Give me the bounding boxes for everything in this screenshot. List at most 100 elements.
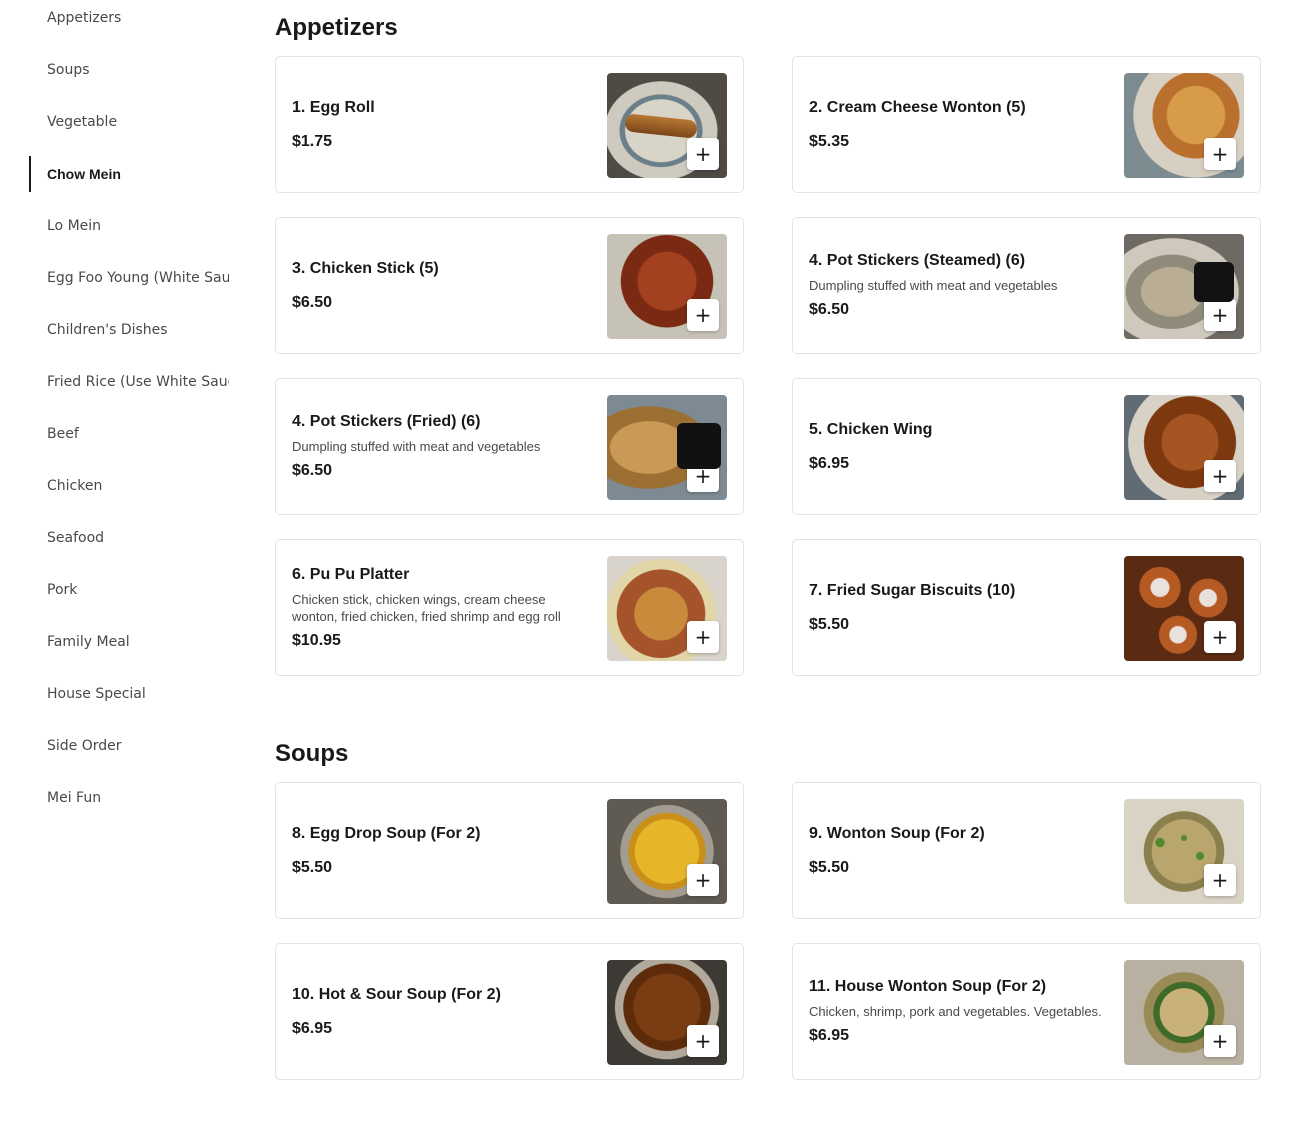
plus-icon: + [694,625,712,649]
sidebar-item-house-special[interactable]: House Special [29,676,229,712]
menu-item-text: 11. House Wonton Soup (For 2) Chicken, s… [809,944,1109,1079]
add-to-cart-button[interactable]: + [687,138,719,170]
menu-item-card[interactable]: 6. Pu Pu Platter Chicken stick, chicken … [275,539,744,676]
egg-roll-image: + [607,73,727,178]
menu-item-price: $6.95 [292,1019,333,1037]
menu-item-name: 1. Egg Roll [292,98,375,116]
menu-item-description: Chicken stick, chicken wings, cream chee… [292,591,561,624]
category-sidebar: Appetizers Soups Vegetable Chow Mein Lo … [29,0,229,832]
menu-item-text: 3. Chicken Stick (5) $6.50 [292,218,592,353]
sidebar-item-family-meal[interactable]: Family Meal [29,624,229,660]
menu-item-card[interactable]: 7. Fried Sugar Biscuits (10) $5.50 + [792,539,1261,676]
sidebar-item-soups[interactable]: Soups [29,52,229,88]
menu-item-name: 2. Cream Cheese Wonton (5) [809,98,1026,116]
menu-item-card[interactable]: 10. Hot & Sour Soup (For 2) $6.95 + [275,943,744,1080]
menu-item-card[interactable]: 4. Pot Stickers (Fried) (6) Dumpling stu… [275,378,744,515]
house-wonton-soup-image: + [1124,960,1244,1065]
plus-icon: + [1211,303,1229,327]
menu-item-name: 3. Chicken Stick (5) [292,259,439,277]
menu-item-card[interactable]: 1. Egg Roll $1.75 + [275,56,744,193]
add-to-cart-button[interactable]: + [1204,138,1236,170]
menu-item-card[interactable]: 9. Wonton Soup (For 2) $5.50 + [792,782,1261,919]
sidebar-item-mei-fun[interactable]: Mei Fun [29,780,229,816]
sidebar-item-lo-mein[interactable]: Lo Mein [29,208,229,244]
menu-item-price: $6.50 [292,462,333,479]
egg-drop-soup-image: + [607,799,727,904]
add-to-cart-button[interactable]: + [1204,621,1236,653]
add-to-cart-button[interactable]: + [687,460,719,492]
sidebar-item-appetizers[interactable]: Appetizers [29,0,229,36]
menu-item-price: $6.50 [809,301,850,318]
menu-item-name: 5. Chicken Wing [809,420,933,438]
section-title-appetizers: Appetizers [275,14,398,41]
menu-item-price: $5.50 [292,858,333,876]
chicken-stick-image: + [607,234,727,339]
sidebar-item-childrens-dishes[interactable]: Children's Dishes [29,312,229,348]
menu-item-text: 5. Chicken Wing $6.95 [809,379,1109,514]
menu-item-name: 9. Wonton Soup (For 2) [809,824,985,842]
menu-item-card[interactable]: 2. Cream Cheese Wonton (5) $5.35 + [792,56,1261,193]
menu-item-price: $1.75 [292,132,333,150]
menu-item-price: $10.95 [292,631,341,649]
add-to-cart-button[interactable]: + [687,864,719,896]
add-to-cart-button[interactable]: + [687,299,719,331]
plus-icon: + [1211,464,1229,488]
menu-grid-soups: 8. Egg Drop Soup (For 2) $5.50 + 9. Wont… [275,782,1261,1080]
menu-item-name: 4. Pot Stickers (Fried) (6) [292,413,481,430]
menu-item-text: 7. Fried Sugar Biscuits (10) $5.50 [809,540,1109,675]
sidebar-item-egg-foo-young[interactable]: Egg Foo Young (White Sau [29,260,229,296]
menu-item-text: 9. Wonton Soup (For 2) $5.50 [809,783,1109,918]
add-to-cart-button[interactable]: + [687,621,719,653]
menu-item-card[interactable]: 8. Egg Drop Soup (For 2) $5.50 + [275,782,744,919]
fried-sugar-biscuits-image: + [1124,556,1244,661]
sidebar-item-chicken[interactable]: Chicken [29,468,229,504]
sidebar-item-vegetable[interactable]: Vegetable [29,104,229,140]
menu-item-text: 4. Pot Stickers (Steamed) (6) Dumpling s… [809,218,1109,353]
menu-item-description: Dumpling stuffed with meat and vegetable… [292,439,541,454]
plus-icon: + [694,868,712,892]
menu-item-price: $5.50 [809,615,850,633]
pu-pu-platter-image: + [607,556,727,661]
plus-icon: + [694,464,712,488]
pot-stickers-fried-image: + [607,395,727,500]
menu-item-name: 10. Hot & Sour Soup (For 2) [292,985,501,1003]
plus-icon: + [1211,142,1229,166]
sidebar-item-seafood[interactable]: Seafood [29,520,229,556]
menu-item-text: 1. Egg Roll $1.75 [292,57,592,192]
sidebar-item-beef[interactable]: Beef [29,416,229,452]
plus-icon: + [1211,1029,1229,1053]
plus-icon: + [694,1029,712,1053]
sidebar-item-fried-rice[interactable]: Fried Rice (Use White Sauc [29,364,229,400]
menu-item-price: $5.50 [809,858,850,876]
menu-item-price: $5.35 [809,132,850,150]
cream-cheese-wonton-image: + [1124,73,1244,178]
menu-item-name: 11. House Wonton Soup (For 2) [809,978,1047,995]
menu-item-text: 8. Egg Drop Soup (For 2) $5.50 [292,783,592,918]
add-to-cart-button[interactable]: + [1204,864,1236,896]
menu-grid-appetizers: 1. Egg Roll $1.75 + 2. Cream Cheese Wont… [275,56,1261,676]
menu-item-description: Chicken, shrimp, pork and vegetables. Ve… [809,1004,1102,1019]
menu-item-card[interactable]: 3. Chicken Stick (5) $6.50 + [275,217,744,354]
hot-sour-soup-image: + [607,960,727,1065]
menu-item-text: 2. Cream Cheese Wonton (5) $5.35 [809,57,1109,192]
plus-icon: + [694,303,712,327]
menu-item-card[interactable]: 5. Chicken Wing $6.95 + [792,378,1261,515]
sidebar-item-chow-mein[interactable]: Chow Mein [29,156,229,192]
menu-item-card[interactable]: 4. Pot Stickers (Steamed) (6) Dumpling s… [792,217,1261,354]
chicken-wing-image: + [1124,395,1244,500]
add-to-cart-button[interactable]: + [687,1025,719,1057]
menu-item-card[interactable]: 11. House Wonton Soup (For 2) Chicken, s… [792,943,1261,1080]
add-to-cart-button[interactable]: + [1204,1025,1236,1057]
plus-icon: + [1211,625,1229,649]
menu-item-text: 6. Pu Pu Platter Chicken stick, chicken … [292,540,592,675]
add-to-cart-button[interactable]: + [1204,460,1236,492]
menu-item-price: $6.95 [809,454,850,472]
menu-item-name: 4. Pot Stickers (Steamed) (6) [809,252,1026,269]
menu-content: Appetizers 1. Egg Roll $1.75 + 2. Cream … [275,0,1261,1080]
menu-item-name: 8. Egg Drop Soup (For 2) [292,824,481,842]
sidebar-item-side-order[interactable]: Side Order [29,728,229,764]
add-to-cart-button[interactable]: + [1204,299,1236,331]
menu-item-price: $6.50 [292,293,333,311]
sidebar-item-pork[interactable]: Pork [29,572,229,608]
